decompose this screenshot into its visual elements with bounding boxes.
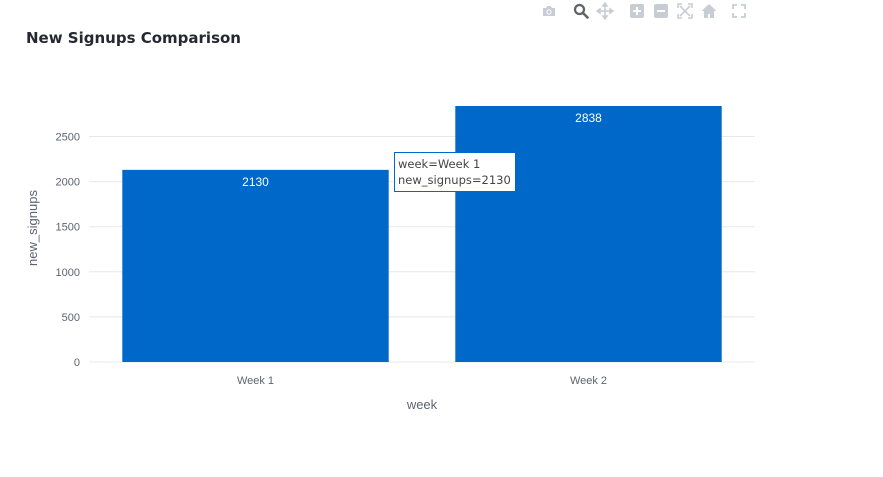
x-axis-title: week <box>406 397 438 412</box>
bar-chart: 2130 2838 0 500 1000 1500 2000 2500 Week 1 Week… <box>25 106 755 412</box>
hover-line-week: week=Week 1 <box>398 157 481 171</box>
y-axis-title: new_signups <box>25 190 40 266</box>
hover-tooltip: week=Week 1 new_signups=2130 <box>394 152 516 192</box>
y-tick-label: 1000 <box>56 267 80 279</box>
y-tick-label: 2500 <box>56 131 80 143</box>
y-tick-label: 500 <box>62 312 80 324</box>
y-tick-label: 0 <box>74 357 80 369</box>
hover-line-value: new_signups=2130 <box>398 173 511 187</box>
y-tick-label: 1500 <box>56 222 80 234</box>
bar-data-label: 2130 <box>242 175 269 189</box>
bar-data-label: 2838 <box>575 111 602 125</box>
bar[interactable] <box>455 106 722 362</box>
x-tick-label: Week 2 <box>570 375 607 387</box>
x-tick-label: Week 1 <box>237 375 274 387</box>
bar[interactable] <box>122 169 389 362</box>
y-tick-label: 2000 <box>56 177 80 189</box>
